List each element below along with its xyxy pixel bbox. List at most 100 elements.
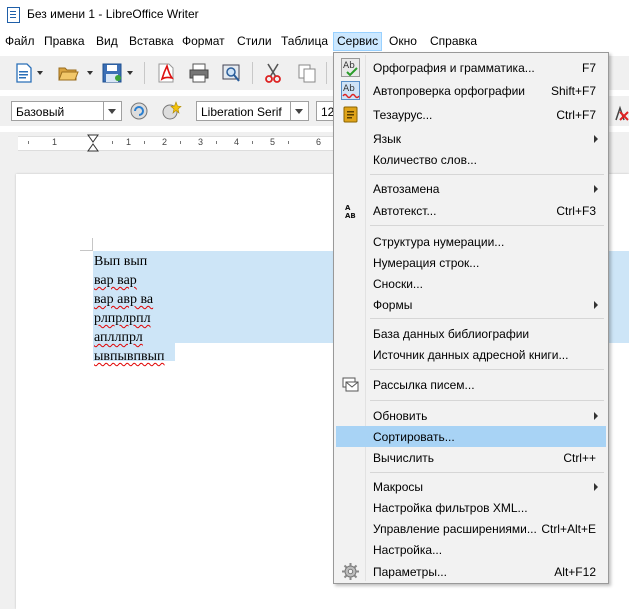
menu-item-label: Настройка...: [373, 543, 443, 557]
menu-item-label: Тезаурус...: [373, 108, 433, 122]
menu-edit[interactable]: Правка: [42, 34, 87, 48]
menu-item-thesaurus[interactable]: Тезаурус... Ctrl+F7: [336, 104, 606, 125]
menu-window[interactable]: Окно: [387, 34, 419, 48]
indent-marker-icon[interactable]: [87, 134, 99, 152]
menu-item-address-book-source[interactable]: Источник данных адресной книги...: [336, 344, 606, 365]
menu-item-label: Сноски...: [373, 277, 423, 291]
menu-item-label: Формы: [373, 298, 413, 312]
menu-item-label: Автопроверка орфографии: [373, 84, 526, 98]
menu-item-extension-manager[interactable]: Управление расширениями... Ctrl+Alt+E: [336, 518, 606, 539]
menu-item-autocorrect[interactable]: Автозамена: [336, 178, 606, 199]
clear-formatting-icon[interactable]: [608, 100, 629, 122]
menu-item-label: Сортировать...: [373, 430, 455, 444]
ruler-label: 5: [270, 137, 276, 147]
thesaurus-icon: [343, 106, 358, 123]
ruler-strip: [18, 136, 338, 151]
svg-text:A: A: [345, 204, 351, 212]
menu-item-update[interactable]: Обновить: [336, 405, 606, 426]
menu-item-autotext[interactable]: A AB Автотекст... Ctrl+F3: [336, 200, 606, 221]
ruler-label: 6: [316, 137, 322, 147]
save-dropdown-icon[interactable]: [127, 71, 133, 75]
menu-table[interactable]: Таблица: [279, 34, 330, 48]
ruler-label: 3: [198, 137, 204, 147]
submenu-arrow-icon: [594, 412, 598, 420]
menu-item-mail-merge[interactable]: Рассылка писем...: [336, 374, 606, 395]
options-gear-icon: [342, 563, 359, 580]
menu-item-customize[interactable]: Настройка...: [336, 539, 606, 560]
menu-item-autospellcheck[interactable]: Ab Автопроверка орфографии Shift+F7: [336, 80, 606, 101]
menu-insert[interactable]: Вставка: [127, 34, 176, 48]
menu-separator: [370, 225, 604, 226]
ruler-label: 1: [52, 137, 58, 147]
open-dropdown-icon[interactable]: [87, 71, 93, 75]
save-icon[interactable]: [101, 62, 123, 84]
menu-bar: Файл Правка Вид Вставка Формат Стили Таб…: [0, 30, 629, 53]
menu-item-label: Макросы: [373, 480, 424, 494]
document-text[interactable]: Вып вып вар вар вар авр ва рлпрлрпл аплл…: [94, 252, 165, 366]
menu-item-line-numbering[interactable]: Нумерация строк...: [336, 252, 606, 273]
menu-item-outline-numbering[interactable]: Структура нумерации...: [336, 231, 606, 252]
chevron-down-icon[interactable]: [290, 102, 308, 120]
menu-item-word-count[interactable]: Количество слов...: [336, 149, 606, 170]
tools-menu: Ab Орфография и грамматика... F7 Ab Авто…: [333, 52, 609, 584]
title-bar: Без имени 1 - LibreOffice Writer: [0, 0, 629, 30]
menu-file[interactable]: Файл: [3, 34, 37, 48]
text-line[interactable]: вар вар: [94, 271, 165, 290]
menu-item-calculate[interactable]: Вычислить Ctrl++: [336, 447, 606, 468]
export-pdf-icon[interactable]: [155, 62, 177, 84]
menu-item-shortcut: Alt+F12: [554, 565, 596, 579]
menu-item-bibliography-database[interactable]: База данных библиографии: [336, 323, 606, 344]
menu-item-shortcut: Ctrl++: [563, 451, 596, 465]
autotext-icon: A AB: [345, 204, 356, 220]
spellcheck-icon: Ab: [341, 58, 360, 77]
menu-item-shortcut: Ctrl+F7: [556, 108, 596, 122]
window-title: Без имени 1 - LibreOffice Writer: [27, 7, 199, 21]
print-icon[interactable]: [188, 62, 210, 84]
copy-icon[interactable]: [296, 62, 318, 84]
cut-scissors-icon[interactable]: [262, 62, 284, 84]
menu-view[interactable]: Вид: [94, 34, 120, 48]
menu-item-xml-filter-settings[interactable]: Настройка фильтров XML...: [336, 497, 606, 518]
menu-item-sort[interactable]: Сортировать...: [336, 426, 606, 447]
paragraph-style-select[interactable]: Базовый: [11, 101, 122, 121]
text-line[interactable]: Вып вып: [94, 252, 165, 271]
svg-text:Ab: Ab: [343, 61, 355, 71]
menu-item-label: База данных библиографии: [373, 327, 530, 341]
menu-item-label: Язык: [373, 132, 402, 146]
ruler-label: 1: [126, 137, 132, 147]
menu-styles[interactable]: Стили: [235, 34, 274, 48]
menu-item-options[interactable]: Параметры... Alt+F12: [336, 561, 606, 582]
menu-item-forms[interactable]: Формы: [336, 294, 606, 315]
submenu-arrow-icon: [594, 135, 598, 143]
menu-separator: [370, 174, 604, 175]
menu-item-macros[interactable]: Макросы: [336, 476, 606, 497]
menu-item-label: Орфография и грамматика...: [373, 61, 535, 75]
text-line[interactable]: апллпрл: [94, 328, 165, 347]
open-folder-icon[interactable]: [57, 62, 79, 84]
menu-item-label: Параметры...: [373, 565, 447, 579]
menu-item-language[interactable]: Язык: [336, 128, 606, 149]
menu-format[interactable]: Формат: [180, 34, 227, 48]
svg-text:AB: AB: [345, 212, 356, 220]
font-name-select[interactable]: Liberation Serif: [196, 101, 309, 121]
text-line[interactable]: ывпывпвып: [94, 347, 165, 366]
new-style-icon[interactable]: [160, 100, 182, 122]
chevron-down-icon[interactable]: [103, 102, 121, 120]
new-document-icon[interactable]: [13, 62, 35, 84]
menu-item-spelling[interactable]: Ab Орфография и грамматика... F7: [336, 57, 606, 78]
print-preview-icon[interactable]: [220, 62, 242, 84]
menu-separator: [370, 369, 604, 370]
menu-help[interactable]: Справка: [428, 34, 479, 48]
text-line[interactable]: вар авр ва: [94, 290, 165, 309]
menu-item-label: Автотекст...: [373, 204, 437, 218]
menu-item-label: Источник данных адресной книги...: [373, 348, 569, 362]
toolbar-separator: [252, 62, 253, 84]
text-line[interactable]: рлпрлрпл: [94, 309, 165, 328]
menu-item-footnotes[interactable]: Сноски...: [336, 273, 606, 294]
writer-document-icon: [7, 7, 20, 23]
update-style-icon[interactable]: [128, 100, 150, 122]
menu-tools[interactable]: Сервис: [333, 32, 383, 51]
new-document-dropdown-icon[interactable]: [37, 71, 43, 75]
svg-text:Ab: Ab: [343, 84, 355, 94]
ruler-label: 2: [162, 137, 168, 147]
